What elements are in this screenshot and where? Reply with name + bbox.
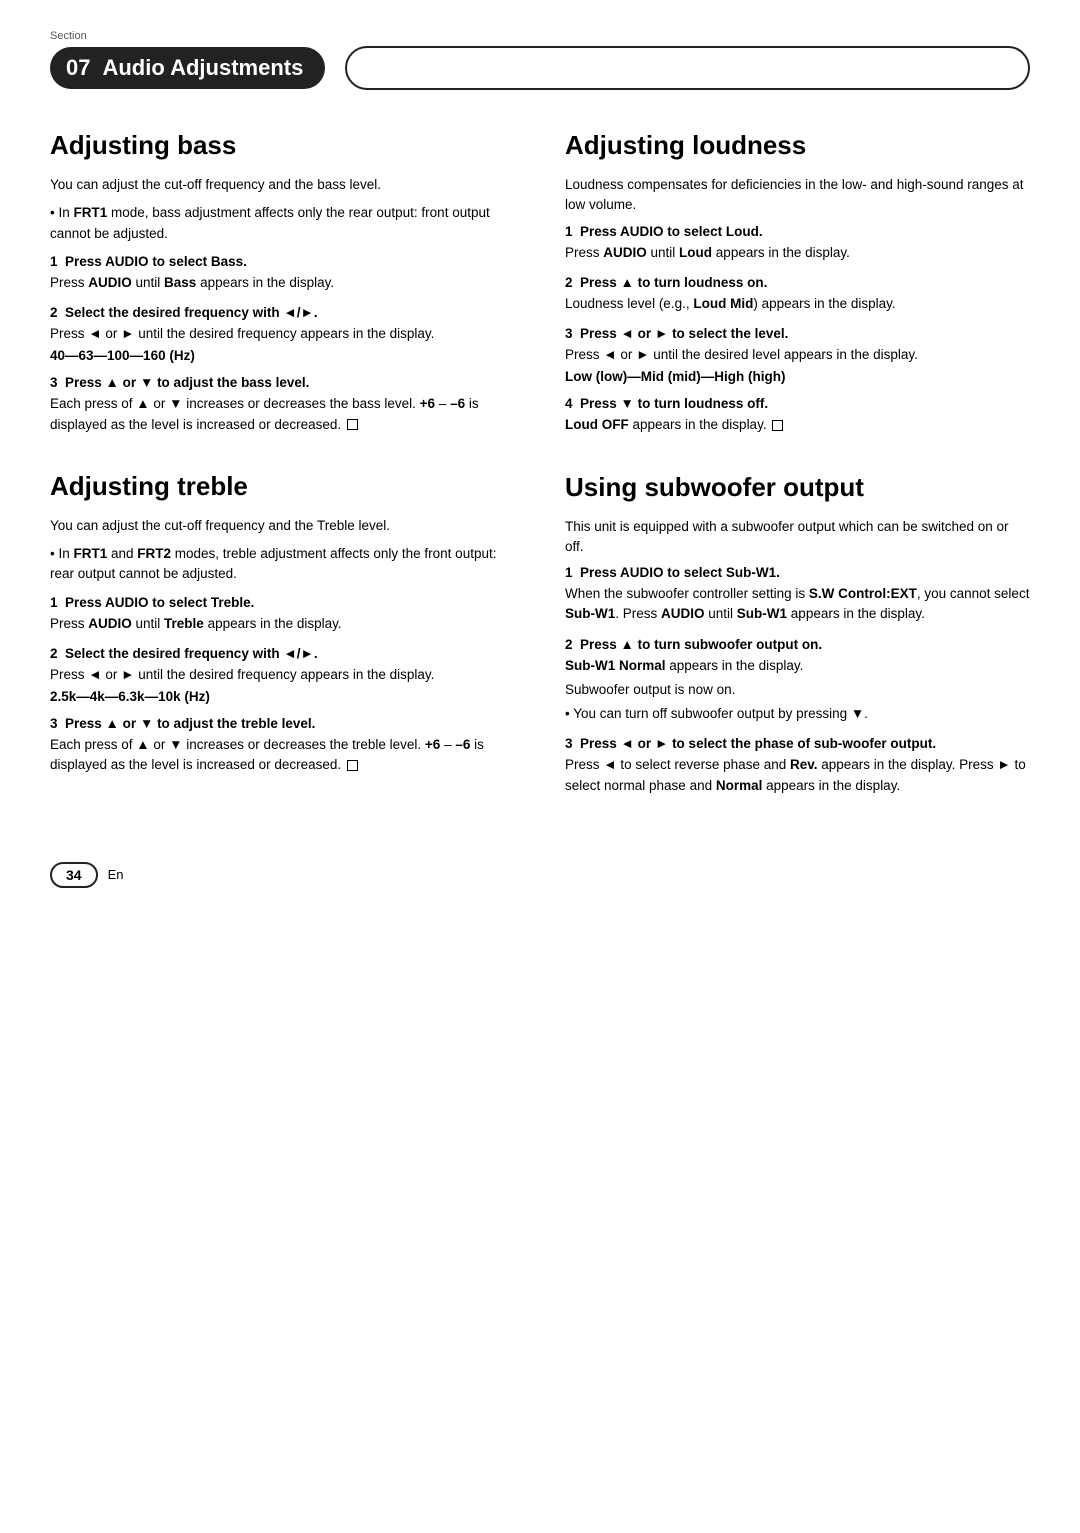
treble-step-3-body: Each press of ▲ or ▼ increases or decrea… [50,735,515,776]
bass-step-2-heading: 2 Select the desired frequency with ◄/►. [50,305,515,320]
section-number: 07 [66,55,90,81]
treble-step-2-heading: 2 Select the desired frequency with ◄/►. [50,646,515,661]
adjusting-bass-section: Adjusting bass You can adjust the cut-of… [50,130,515,435]
subwoofer-step-2-body-3: • You can turn off subwoofer output by p… [565,704,1030,724]
subwoofer-step-1-heading: 1 Press AUDIO to select Sub-W1. [565,565,1030,580]
subwoofer-step-2: 2 Press ▲ to turn subwoofer output on. S… [565,637,1030,725]
loudness-step-2-body: Loudness level (e.g., Loud Mid) appears … [565,294,1030,314]
bass-step-1: 1 Press AUDIO to select Bass. Press AUDI… [50,254,515,293]
end-square-icon-2 [347,760,358,771]
loudness-step-4-body: Loud OFF appears in the display. [565,415,1030,435]
bass-step-3-heading: 3 Press ▲ or ▼ to adjust the bass level. [50,375,515,390]
subwoofer-step-3-heading: 3 Press ◄ or ► to select the phase of su… [565,736,1030,751]
subwoofer-step-2-body-1: Sub-W1 Normal appears in the display. [565,656,1030,676]
end-square-icon [347,419,358,430]
section-title: Audio Adjustments [102,55,303,81]
subwoofer-section: Using subwoofer output This unit is equi… [565,472,1030,796]
step-num: 1 [50,254,65,269]
section-badge: 07 Audio Adjustments [50,47,325,89]
loudness-intro: Loudness compensates for deficiencies in… [565,175,1030,216]
bass-step-1-body: Press AUDIO until Bass appears in the di… [50,273,515,293]
loudness-step-3-heading: 3 Press ◄ or ► to select the level. [565,326,1030,341]
left-column: Adjusting bass You can adjust the cut-of… [50,130,515,832]
bass-bullet: • In FRT1 mode, bass adjustment affects … [50,203,515,244]
bass-step-3: 3 Press ▲ or ▼ to adjust the bass level.… [50,375,515,435]
page: Section 07 Audio Adjustments Adjusting b… [0,0,1080,1533]
bass-intro: You can adjust the cut-off frequency and… [50,175,515,195]
subwoofer-step-1: 1 Press AUDIO to select Sub-W1. When the… [565,565,1030,625]
page-language: En [108,867,124,882]
subwoofer-title: Using subwoofer output [565,472,1030,503]
bass-freq-values: 40—63—100—160 (Hz) [50,348,515,363]
subwoofer-step-3: 3 Press ◄ or ► to select the phase of su… [565,736,1030,796]
header-right-box [345,46,1030,90]
subwoofer-step-2-body-2: Subwoofer output is now on. [565,680,1030,700]
treble-bullet: • In FRT1 and FRT2 modes, treble adjustm… [50,544,515,585]
right-column: Adjusting loudness Loudness compensates … [565,130,1030,832]
treble-step-3: 3 Press ▲ or ▼ to adjust the treble leve… [50,716,515,776]
treble-step-1-heading: 1 Press AUDIO to select Treble. [50,595,515,610]
loudness-step-1-heading: 1 Press AUDIO to select Loud. [565,224,1030,239]
loudness-step-2-heading: 2 Press ▲ to turn loudness on. [565,275,1030,290]
loudness-step-2: 2 Press ▲ to turn loudness on. Loudness … [565,275,1030,314]
end-square-icon-3 [772,420,783,431]
treble-step-3-heading: 3 Press ▲ or ▼ to adjust the treble leve… [50,716,515,731]
subwoofer-intro: This unit is equipped with a subwoofer o… [565,517,1030,558]
loudness-step-3: 3 Press ◄ or ► to select the level. Pres… [565,326,1030,384]
treble-step-2-body: Press ◄ or ► until the desired frequency… [50,665,515,685]
loudness-step-1: 1 Press AUDIO to select Loud. Press AUDI… [565,224,1030,263]
treble-step-1-body: Press AUDIO until Treble appears in the … [50,614,515,634]
adjusting-treble-title: Adjusting treble [50,471,515,502]
loudness-level-values: Low (low)—Mid (mid)—High (high) [565,369,1030,384]
treble-intro: You can adjust the cut-off frequency and… [50,516,515,536]
loudness-step-4-heading: 4 Press ▼ to turn loudness off. [565,396,1030,411]
content-area: Adjusting bass You can adjust the cut-of… [50,130,1030,832]
loudness-step-3-body: Press ◄ or ► until the desired level app… [565,345,1030,365]
subwoofer-step-3-body: Press ◄ to select reverse phase and Rev.… [565,755,1030,796]
adjusting-loudness-section: Adjusting loudness Loudness compensates … [565,130,1030,436]
subwoofer-step-1-body: When the subwoofer controller setting is… [565,584,1030,625]
adjusting-loudness-title: Adjusting loudness [565,130,1030,161]
bass-step-1-heading: 1 Press AUDIO to select Bass. [50,254,515,269]
loudness-step-4: 4 Press ▼ to turn loudness off. Loud OFF… [565,396,1030,435]
treble-freq-values: 2.5k—4k—6.3k—10k (Hz) [50,689,515,704]
section-label: Section [50,30,1030,42]
bass-step-3-body: Each press of ▲ or ▼ increases or decrea… [50,394,515,435]
subwoofer-step-2-heading: 2 Press ▲ to turn subwoofer output on. [565,637,1030,652]
treble-step-2: 2 Select the desired frequency with ◄/►.… [50,646,515,704]
treble-step-1: 1 Press AUDIO to select Treble. Press AU… [50,595,515,634]
adjusting-bass-title: Adjusting bass [50,130,515,161]
page-number: 34 [50,862,98,888]
page-footer: 34 En [50,862,1030,888]
loudness-step-1-body: Press AUDIO until Loud appears in the di… [565,243,1030,263]
adjusting-treble-section: Adjusting treble You can adjust the cut-… [50,471,515,776]
bass-step-2-body: Press ◄ or ► until the desired frequency… [50,324,515,344]
bass-step-2: 2 Select the desired frequency with ◄/►.… [50,305,515,363]
page-header: 07 Audio Adjustments [50,46,1030,90]
